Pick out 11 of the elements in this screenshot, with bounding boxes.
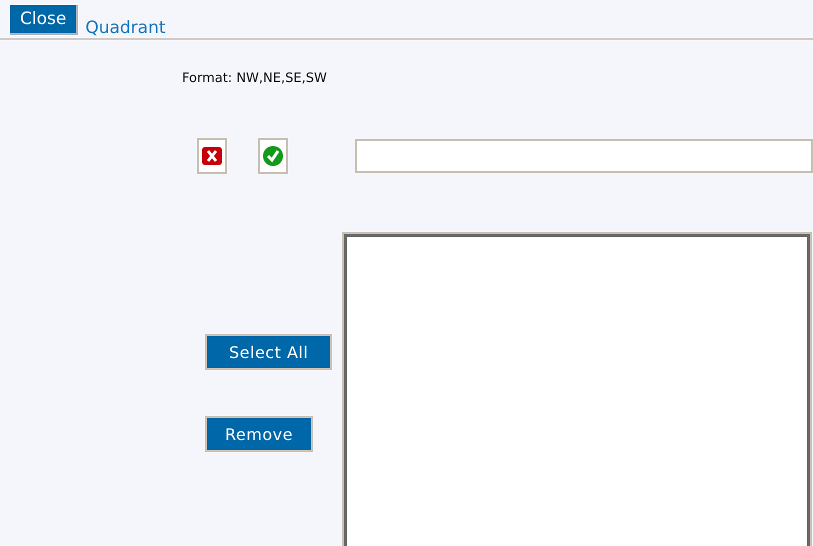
page-title: Quadrant [85,18,166,38]
remove-button[interactable]: Remove [205,416,313,452]
close-icon [202,147,222,165]
cancel-button[interactable] [197,138,227,174]
list-box[interactable] [344,234,810,546]
input-field[interactable] [354,139,813,173]
close-button[interactable]: Close [10,5,78,35]
format-hint: Format: NW,NE,SE,SW [182,71,328,86]
confirm-button[interactable] [258,138,288,174]
select-all-button[interactable]: Select All [205,334,332,370]
checkmark-icon [262,145,284,167]
